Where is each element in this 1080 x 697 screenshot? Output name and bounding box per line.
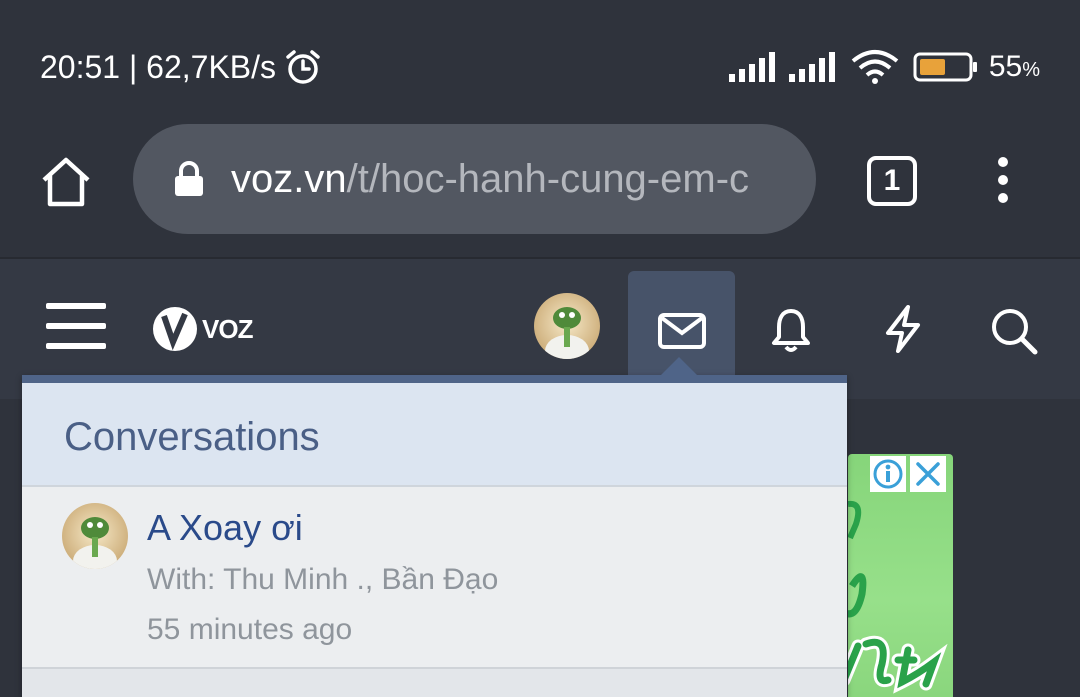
wifi-icon (851, 50, 899, 84)
battery-percent-sign: % (1022, 59, 1040, 81)
overflow-menu-icon[interactable] (990, 156, 1016, 208)
dropdown-header: Conversations (22, 383, 847, 487)
conversation-participants: With: Thu Minh ., Bần Đạo (147, 563, 499, 596)
page: 20:51 | 62,7KB/s 55% voz.vn/t/hoc-hanh-c… (0, 0, 1080, 697)
envelope-icon (658, 313, 706, 349)
signal-icon (728, 52, 775, 82)
status-left: 20:51 | 62,7KB/s (40, 44, 322, 90)
signal-icon (788, 52, 835, 82)
home-icon[interactable] (40, 156, 92, 208)
site-logo[interactable]: VOZ (152, 305, 253, 353)
battery-percent-value: 55 (988, 50, 1023, 83)
browser-toolbar: voz.vn/t/hoc-hanh-cung-em-c 1 (0, 120, 1080, 257)
status-right: 55% (728, 44, 1040, 90)
url-bar[interactable]: voz.vn/t/hoc-hanh-cung-em-c (133, 124, 816, 234)
avatar-image (62, 503, 128, 569)
status-bar: 20:51 | 62,7KB/s 55% (0, 0, 1080, 120)
conversation-avatar[interactable] (62, 503, 128, 569)
lock-icon (175, 161, 203, 196)
battery-percent: 55% (989, 50, 1040, 84)
dropdown-title[interactable]: Conversations (64, 415, 320, 460)
alarm-icon (286, 50, 320, 84)
search-icon[interactable] (990, 307, 1038, 355)
ad-close-icon[interactable] (910, 456, 946, 492)
battery-icon (913, 52, 977, 82)
dropdown-caret (659, 357, 699, 377)
url-text: voz.vn/t/hoc-hanh-cung-em-c (231, 157, 749, 202)
hamburger-icon[interactable] (46, 301, 106, 351)
bolt-icon[interactable] (884, 305, 922, 353)
ad-artwork (848, 500, 948, 694)
conversation-item[interactable]: A Xoay ơi With: Thu Minh ., Bần Đạo 55 m… (22, 487, 847, 669)
conversation-time: 55 minutes ago (147, 613, 353, 646)
status-time-speed: 20:51 | 62,7KB/s (40, 48, 277, 85)
user-avatar[interactable] (534, 293, 600, 359)
tab-count: 1 (883, 164, 901, 197)
dropdown-accent-bar (22, 375, 847, 383)
conversations-dropdown: Conversations A Xoay ơi With: Thu Minh .… (22, 357, 847, 697)
avatar-image (534, 293, 600, 359)
ad-info-icon[interactable] (870, 456, 906, 492)
voz-logo-icon (153, 307, 197, 351)
url-path: /t/hoc-hanh-cung-em-c (346, 156, 750, 201)
tabs-icon[interactable]: 1 (867, 156, 917, 206)
conversation-title[interactable]: A Xoay ơi (147, 507, 303, 549)
bell-icon[interactable] (770, 307, 812, 353)
advertisement[interactable] (848, 454, 953, 697)
url-domain: voz.vn (231, 156, 347, 201)
logo-text: VOZ (202, 313, 253, 344)
conversation-item-partial[interactable] (22, 669, 847, 697)
